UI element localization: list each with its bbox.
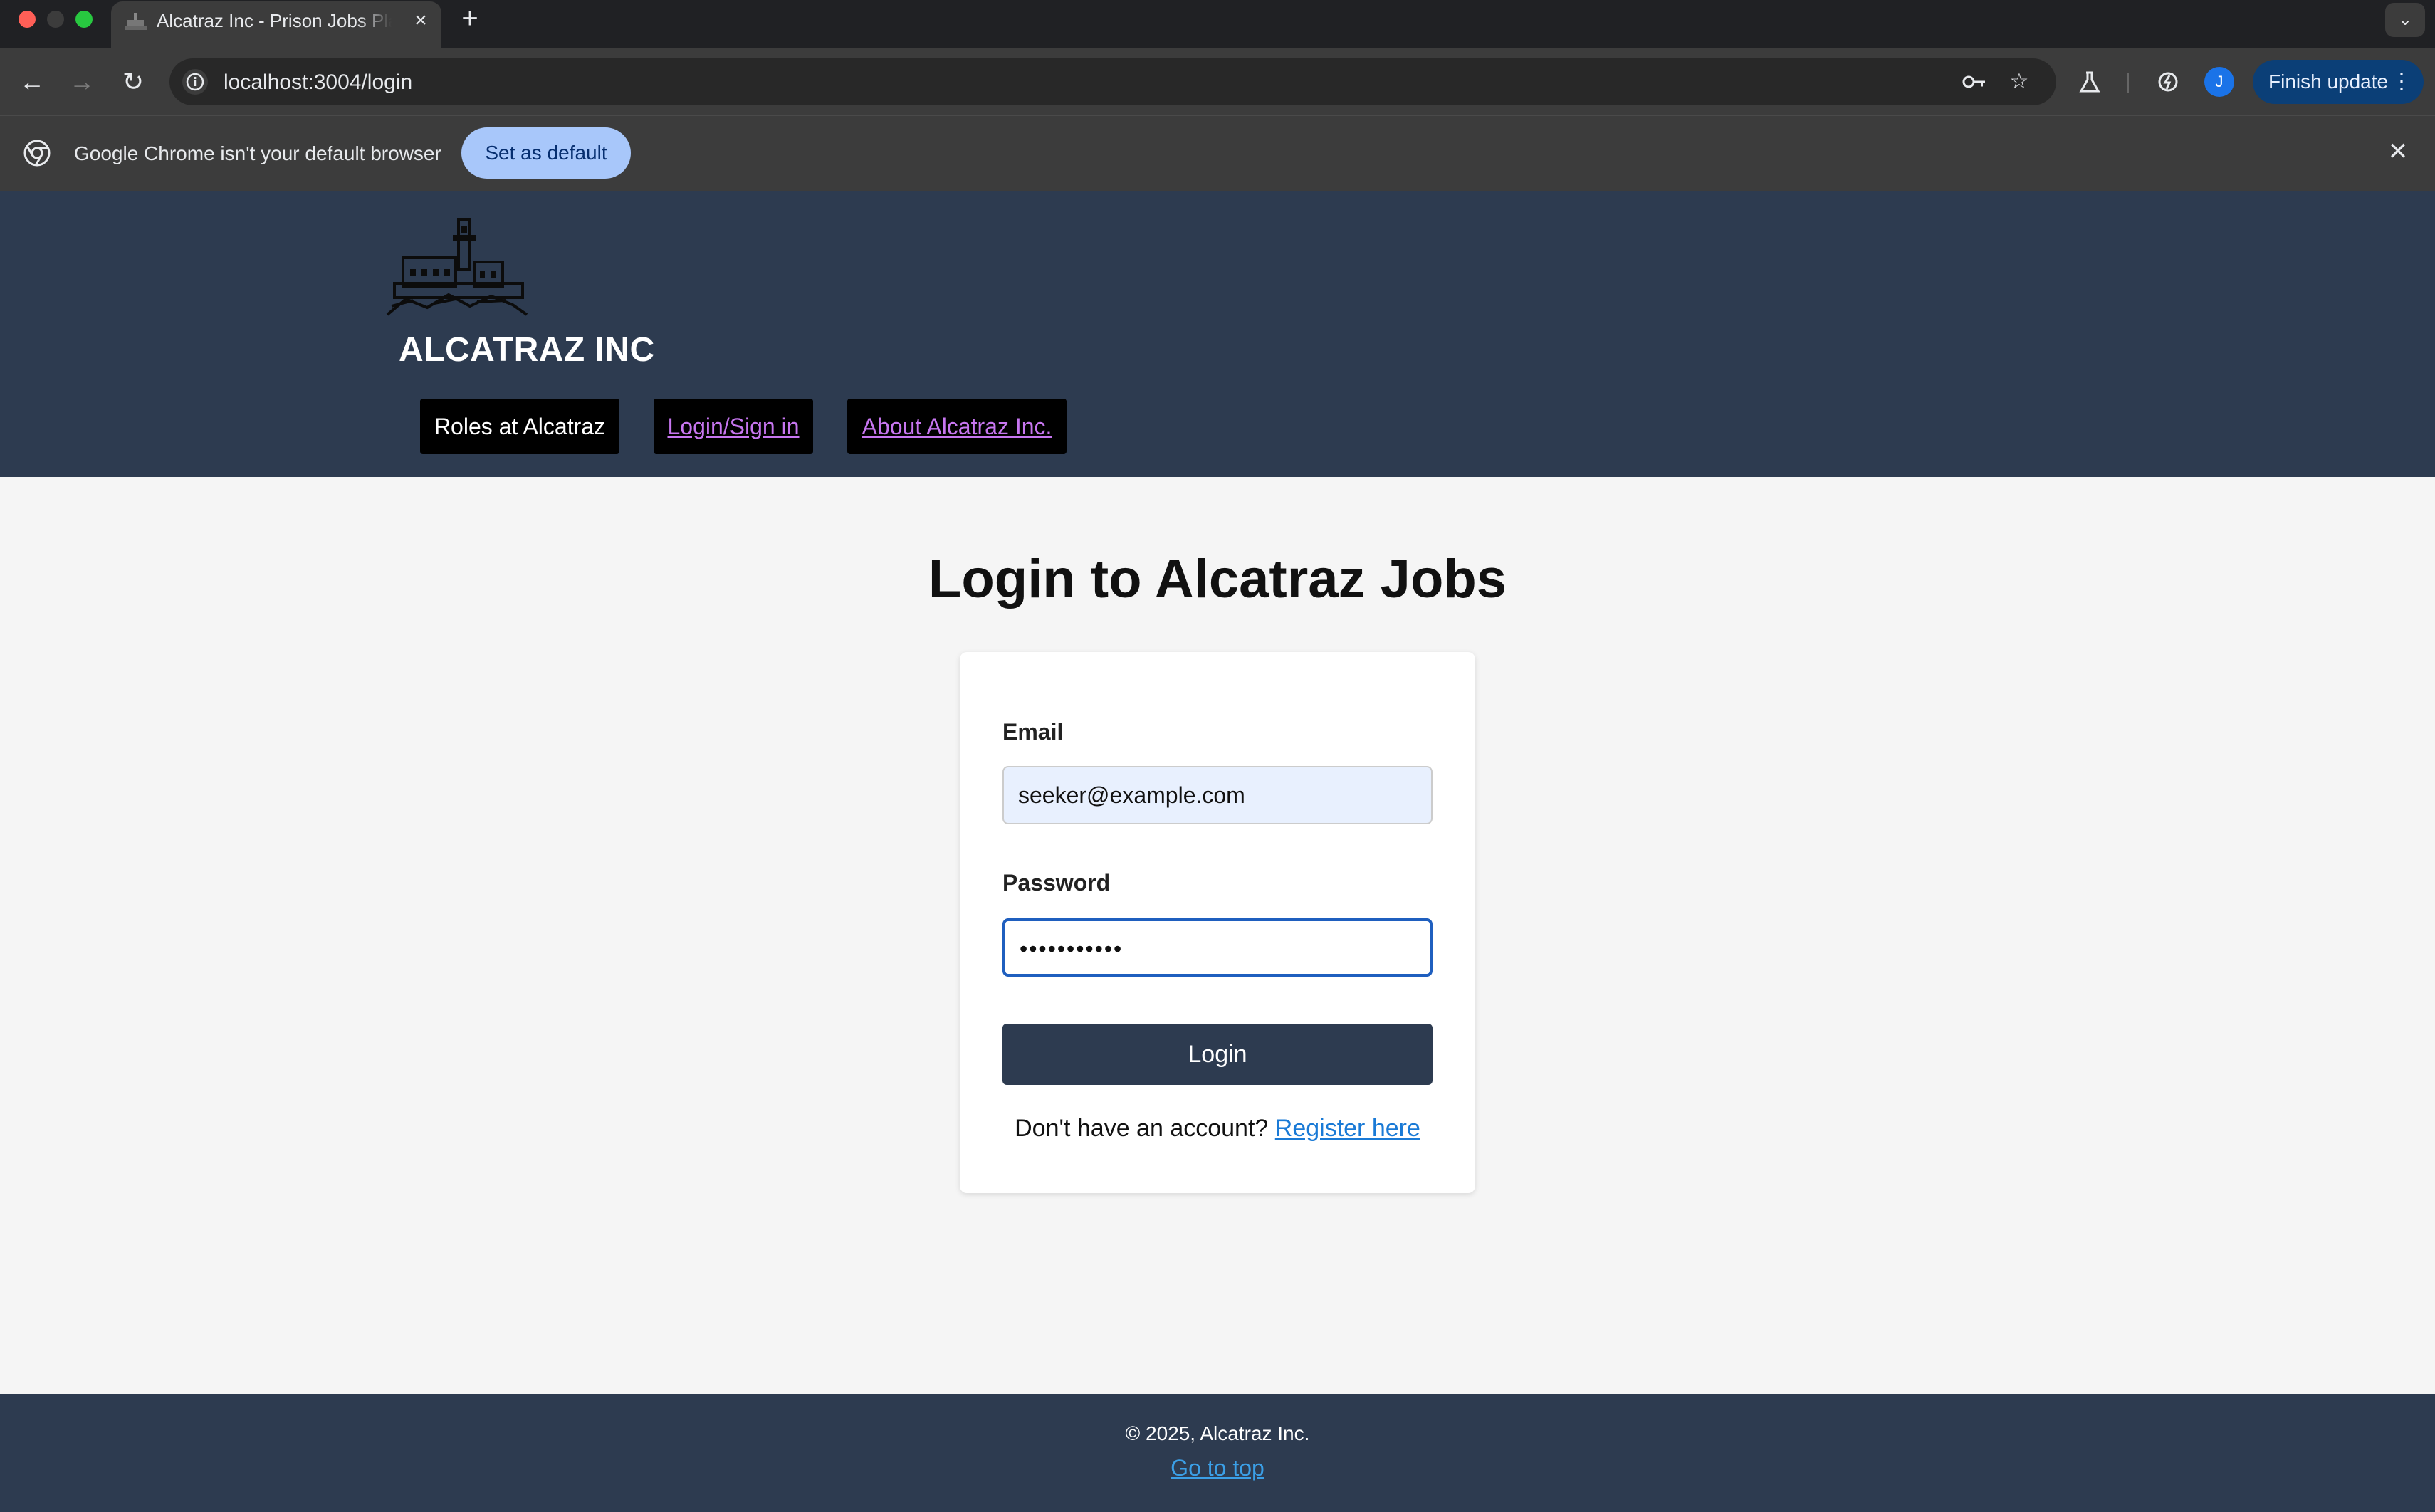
alcatraz-logo-icon (386, 218, 528, 316)
brand-title: ALCATRAZ INC (399, 331, 655, 369)
url-text: localhost:3004/login (224, 70, 413, 94)
new-tab-button[interactable]: + (456, 4, 484, 33)
more-vert-icon: ⋮ (2391, 70, 2412, 93)
minimize-window-button[interactable] (47, 11, 64, 28)
infobar-message: Google Chrome isn't your default browser (74, 142, 441, 164)
password-key-icon[interactable] (1959, 68, 1988, 96)
chrome-logo-icon (23, 140, 51, 167)
password-field[interactable]: ••••••••••• (1002, 918, 1433, 977)
forward-icon[interactable]: → (64, 64, 100, 100)
login-button[interactable]: Login (1002, 1024, 1433, 1085)
maximize-window-button[interactable] (75, 11, 93, 28)
register-prompt-text: Don't have an account? (1015, 1115, 1269, 1142)
site-footer: © 2025, Alcatraz Inc. Go to top (0, 1394, 2435, 1512)
close-window-button[interactable] (19, 11, 36, 28)
default-browser-infobar: Google Chrome isn't your default browser… (0, 115, 2435, 191)
tab-close-icon[interactable]: × (409, 9, 433, 33)
email-field[interactable]: seeker@example.com (1002, 766, 1433, 824)
toolbar-divider (2127, 73, 2129, 93)
register-prompt: Don't have an account? Register here (960, 1115, 1475, 1143)
finish-update-button[interactable]: Finish update ⋮ (2253, 60, 2424, 104)
tab-search-icon[interactable]: ⌄ (2385, 3, 2425, 37)
alcatraz-favicon-icon (125, 13, 147, 30)
tab-title: Alcatraz Inc - Prison Jobs Platform (157, 10, 392, 31)
performance-icon[interactable] (2150, 64, 2186, 100)
register-link[interactable]: Register here (1275, 1115, 1420, 1142)
back-icon[interactable]: ← (14, 64, 50, 100)
login-form-card: Email seeker@example.com Password ••••••… (960, 652, 1475, 1193)
site-info-icon[interactable] (182, 69, 208, 95)
reload-icon[interactable]: ↻ (115, 64, 151, 100)
site-header: ALCATRAZ INC Roles at Alcatraz Login/Sig… (0, 191, 2435, 477)
nav-about-link[interactable]: About Alcatraz Inc. (847, 399, 1067, 454)
browser-toolbar: ← → ↻ localhost:3004/login ☆ J Finish up… (0, 48, 2435, 115)
address-bar[interactable]: localhost:3004/login ☆ (169, 58, 2056, 105)
profile-avatar[interactable]: J (2204, 67, 2234, 97)
finish-update-label: Finish update (2268, 70, 2389, 93)
email-label: Email (1002, 719, 1064, 745)
set-as-default-button[interactable]: Set as default (461, 127, 631, 179)
browser-tab[interactable]: Alcatraz Inc - Prison Jobs Platform × (111, 1, 441, 48)
page-title: Login to Alcatraz Jobs (928, 549, 1507, 609)
copyright-text: © 2025, Alcatraz Inc. (1125, 1422, 1310, 1444)
labs-flask-icon[interactable] (2072, 64, 2107, 100)
go-to-top-link[interactable]: Go to top (0, 1455, 2435, 1481)
nav-roles-link[interactable]: Roles at Alcatraz (420, 399, 619, 454)
bookmark-star-icon[interactable]: ☆ (2005, 68, 2033, 96)
password-label: Password (1002, 870, 1111, 896)
close-icon[interactable]: ✕ (2384, 137, 2412, 166)
nav-login-link[interactable]: Login/Sign in (654, 399, 813, 454)
browser-tab-bar: Alcatraz Inc - Prison Jobs Platform × + … (0, 0, 2435, 48)
